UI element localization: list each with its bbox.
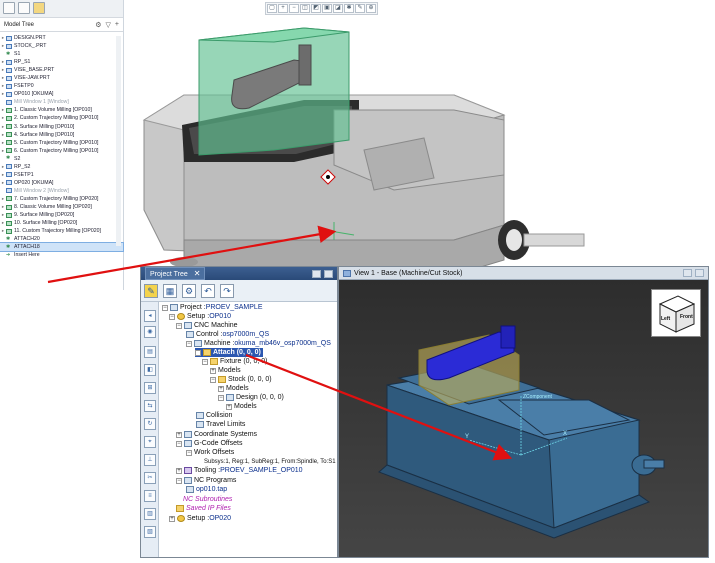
arrow-attach18-to-csys	[47, 225, 337, 284]
arrow-attach-to-origin	[245, 353, 513, 461]
annotation-arrows	[47, 225, 513, 461]
